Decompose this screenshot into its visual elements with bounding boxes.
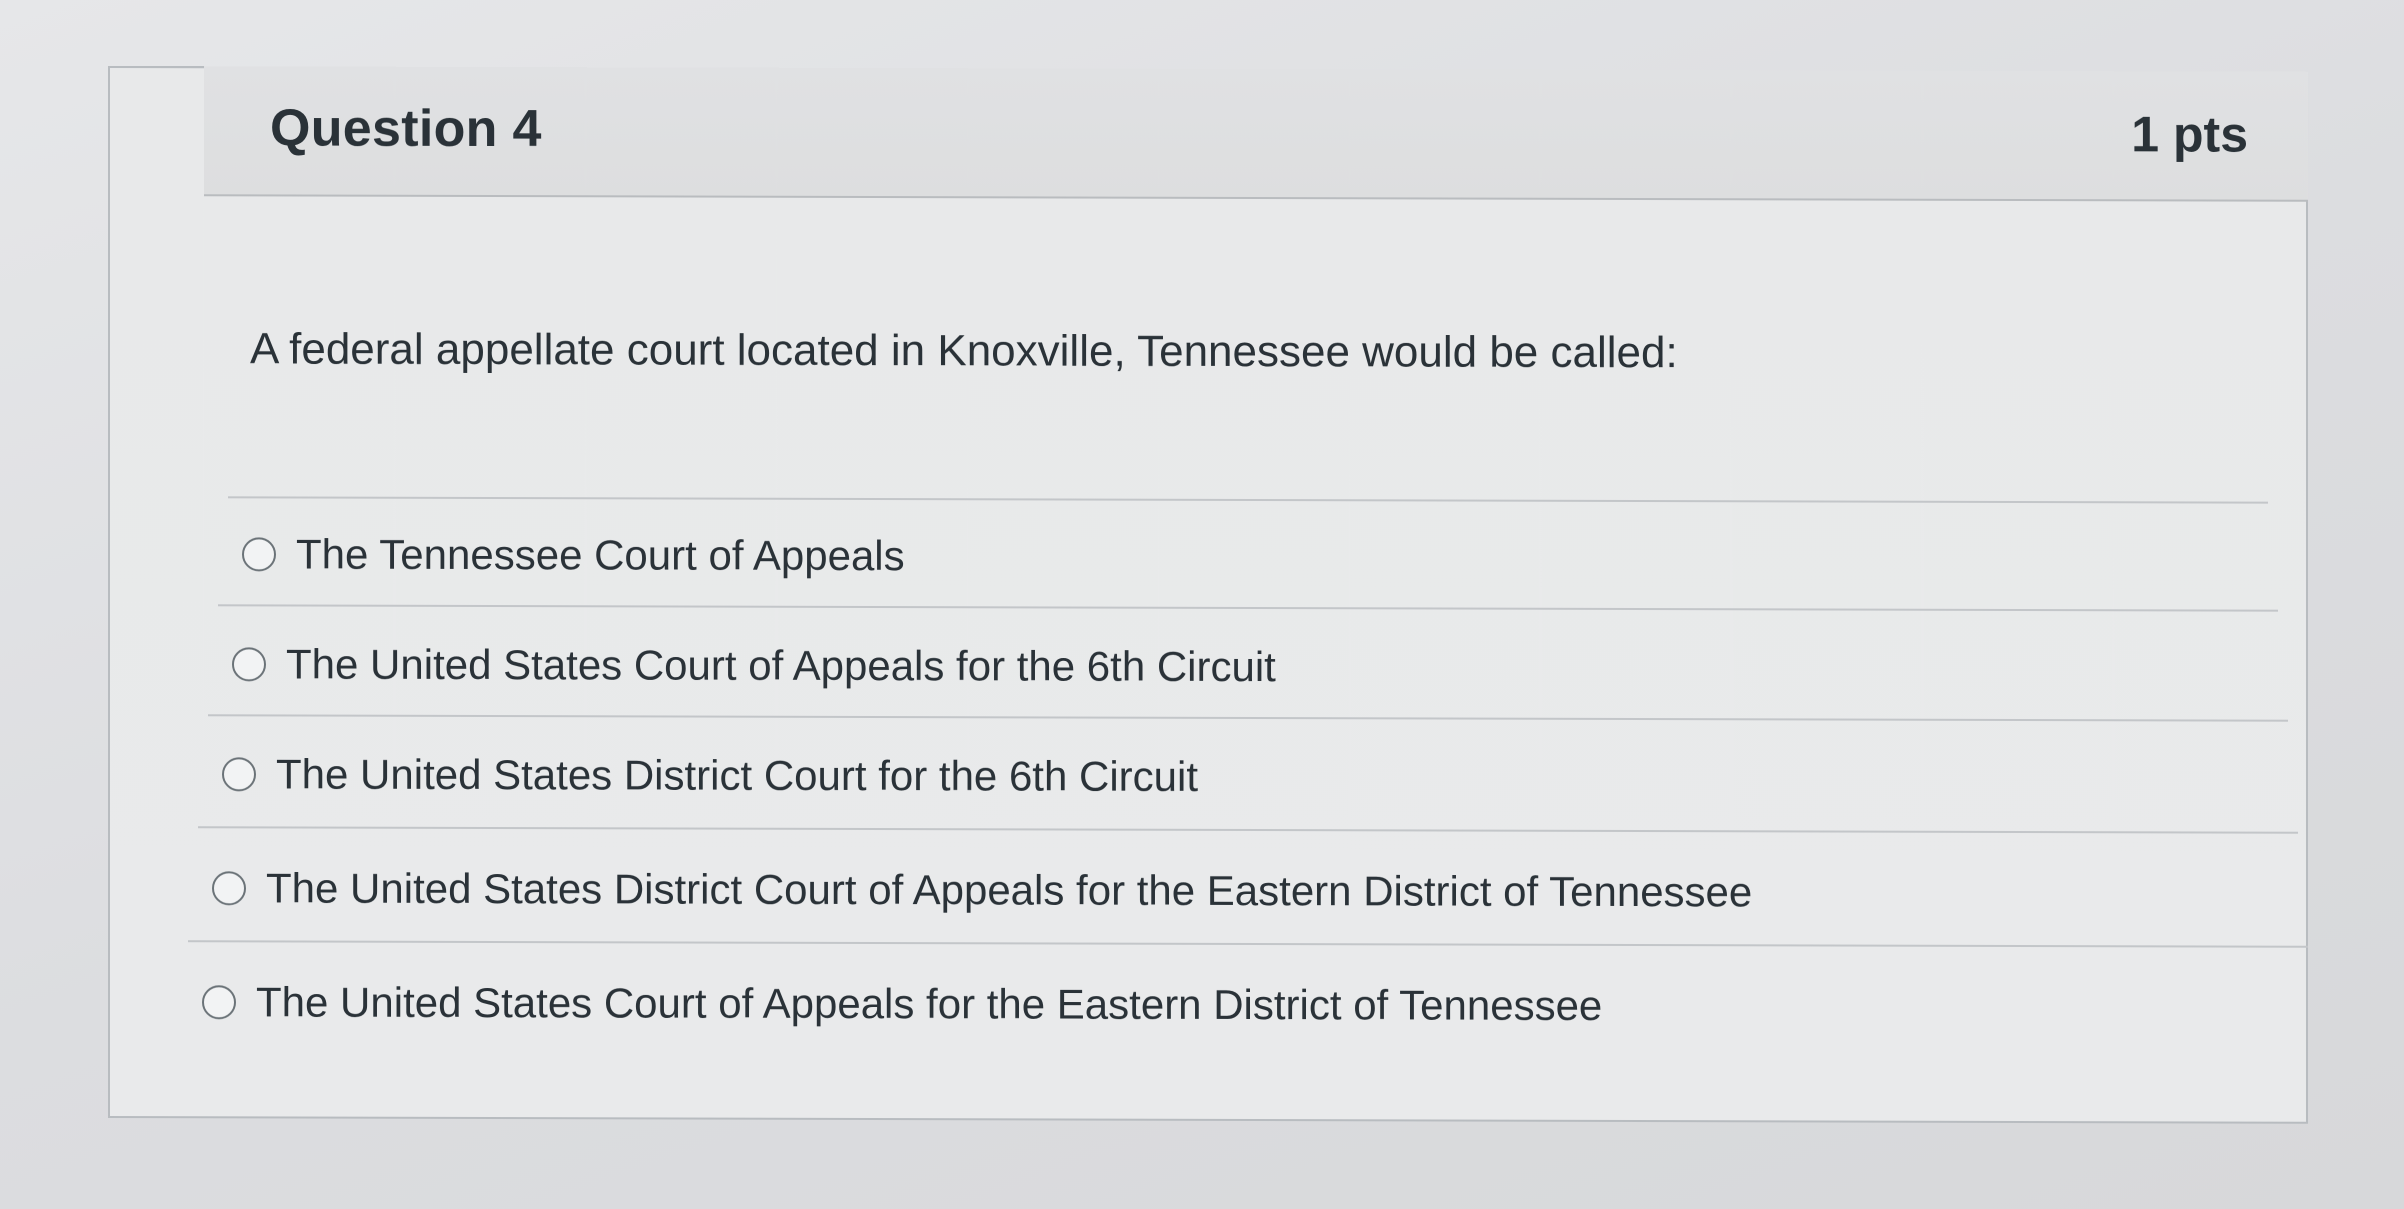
radio-button[interactable] <box>242 537 276 572</box>
question-points: 1 pts <box>2131 106 2248 163</box>
answer-option-4[interactable]: The United States District Court of Appe… <box>212 864 1752 916</box>
answer-option-3[interactable]: The United States District Court for the… <box>222 750 1198 801</box>
question-title: Question 4 <box>270 99 542 159</box>
radio-button[interactable] <box>212 871 246 906</box>
answer-option-5[interactable]: The United States Court of Appeals for t… <box>202 978 1602 1030</box>
question-card-frame <box>108 66 2308 1124</box>
answer-option-2[interactable]: The United States Court of Appeals for t… <box>232 640 1276 691</box>
radio-button[interactable] <box>232 647 266 682</box>
answer-label: The United States District Court for the… <box>276 750 1199 800</box>
radio-button[interactable] <box>202 985 236 1020</box>
answer-label: The United States Court of Appeals for t… <box>286 640 1276 691</box>
answer-label: The United States District Court of Appe… <box>266 864 1753 916</box>
question-card: Question 4 1 pts A federal appellate cou… <box>108 66 2308 1124</box>
screen: Question 4 1 pts A federal appellate cou… <box>0 0 2404 1209</box>
answer-label: The Tennessee Court of Appeals <box>296 530 905 580</box>
radio-button[interactable] <box>222 757 256 792</box>
answer-option-1[interactable]: The Tennessee Court of Appeals <box>242 530 905 580</box>
answer-label: The United States Court of Appeals for t… <box>256 978 1603 1029</box>
question-text: A federal appellate court located in Kno… <box>250 324 1678 378</box>
